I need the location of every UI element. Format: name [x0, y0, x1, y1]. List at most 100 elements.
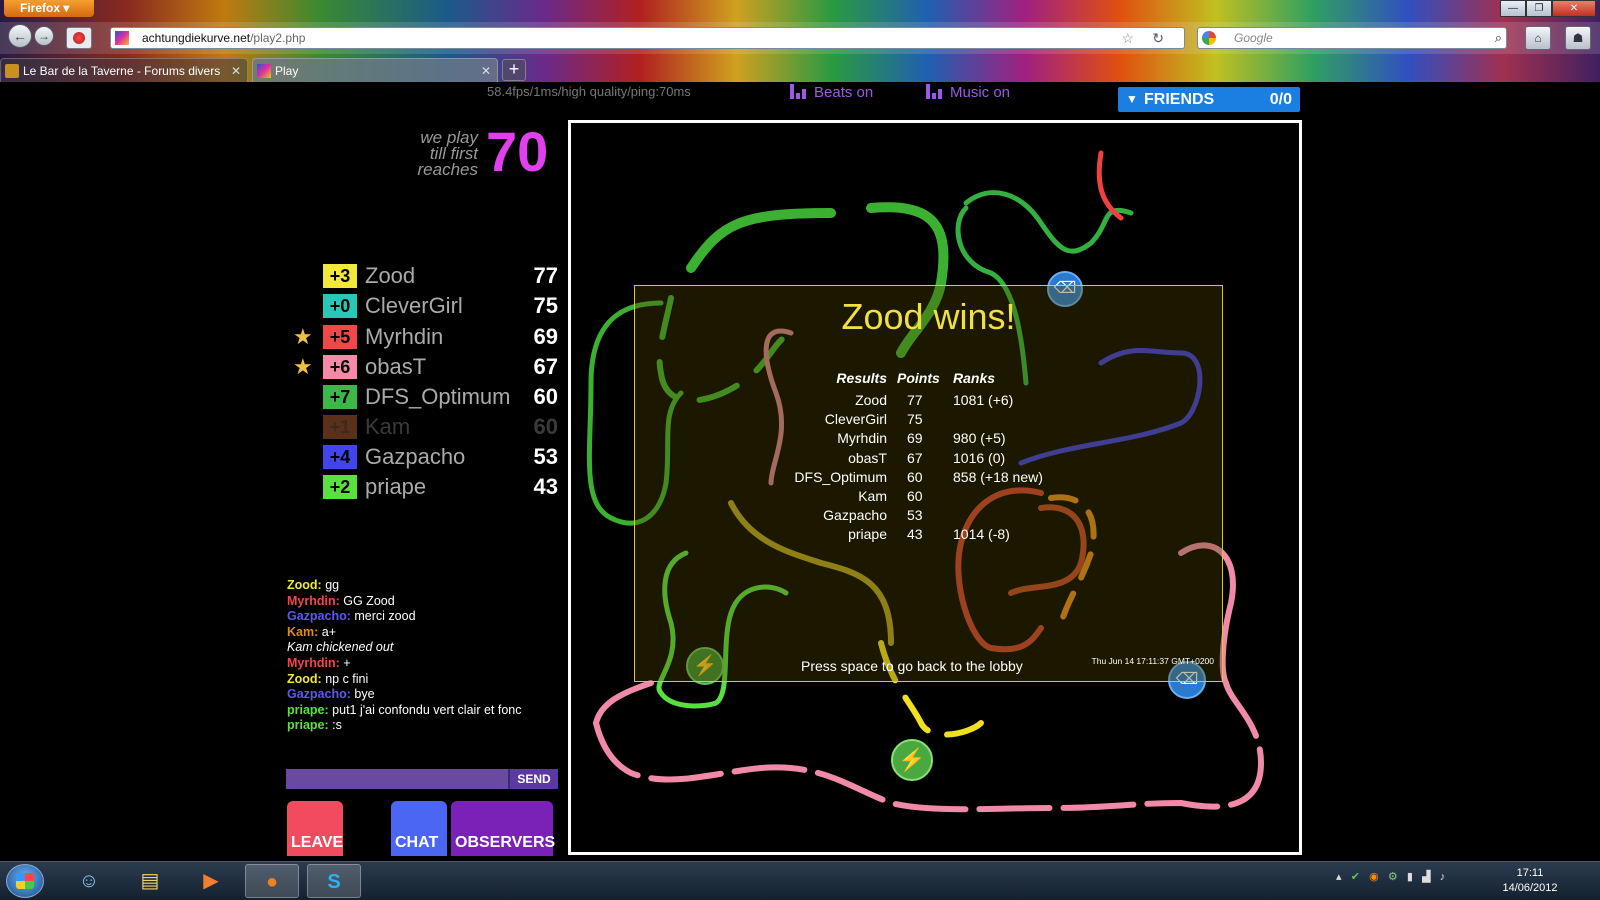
player-row: +2 priape 43	[293, 474, 558, 500]
result-points: 53	[907, 507, 923, 524]
chat-text: merci zood	[354, 609, 416, 624]
forward-arrow-icon[interactable]: →	[34, 26, 54, 46]
chat-text: GG Zood	[343, 593, 395, 608]
performance-stats: 58.4fps/1ms/high quality/ping:70ms	[487, 84, 691, 99]
result-points: 43	[907, 526, 923, 543]
player-score: 67	[533, 354, 558, 379]
result-player-name: priape	[848, 526, 887, 543]
site-favicon-icon	[115, 31, 129, 45]
result-rank: 1081 (+6)	[953, 392, 1014, 408]
close-window-icon[interactable]: ✕	[1552, 0, 1596, 17]
round-delta-badge: +1	[323, 415, 357, 439]
tab-close-icon[interactable]: ✕	[231, 59, 241, 83]
chat-message: Kam: a+	[287, 625, 557, 641]
lobby-hint: Press space to go back to the lobby	[801, 658, 1023, 674]
results-row: obasT 67 1016 (0)	[635, 450, 1222, 469]
clock-date: 14/06/2012	[1502, 882, 1558, 894]
chat-log: Zood: gg Myrhdin: GG Zood Gazpacho: merci …	[287, 578, 557, 734]
url-bar[interactable]: achtungdiekurve.net/play2.php ☆ ↻	[110, 27, 1185, 49]
start-button[interactable]	[6, 864, 44, 898]
player-row: ★ +6 obasT 67	[293, 354, 558, 380]
bookmark-star-icon[interactable]: ☆	[1121, 28, 1134, 48]
back-arrow-icon[interactable]: ←	[8, 24, 32, 48]
clock-time: 17:11	[1516, 867, 1544, 879]
chat-author: Zood:	[287, 578, 322, 592]
chat-author: Gazpacho:	[287, 687, 351, 702]
tab-play[interactable]: Play ✕	[252, 58, 498, 82]
chat-message: Myrhdin: +	[287, 656, 557, 672]
player-score: 53	[533, 444, 558, 469]
points-header: Points	[897, 370, 940, 386]
equalizer-icon	[790, 84, 808, 99]
result-points: 69	[907, 430, 923, 447]
signal-icon[interactable]: ▟	[1422, 871, 1430, 883]
chat-message: priape: put1 j'ai confondu vert clair et…	[287, 703, 557, 719]
update-icon[interactable]: ◉	[1369, 871, 1379, 883]
chat-text: np c fini	[325, 671, 369, 686]
security-icon[interactable]: ✔	[1351, 871, 1360, 883]
chat-text: +	[343, 655, 351, 670]
addon-icon[interactable]: ☗	[1565, 26, 1591, 50]
leave-button[interactable]: LEAVE	[287, 801, 343, 856]
chat-message: Gazpacho: bye	[287, 687, 557, 703]
new-tab-button[interactable]: +	[502, 59, 526, 81]
chat-message: Zood: np c fini	[287, 672, 557, 688]
music-toggle-label: Music on	[950, 84, 1011, 101]
history-icon	[73, 32, 85, 44]
tab-forum[interactable]: Le Bar de la Taverne - Forums divers ✕	[0, 58, 248, 82]
results-row: Kam 60	[635, 488, 1222, 507]
home-icon[interactable]: ⌂	[1525, 26, 1551, 50]
round-delta-badge: +6	[323, 355, 357, 379]
chat-input[interactable]: SEND	[286, 769, 558, 789]
skype-icon[interactable]: S	[307, 864, 361, 898]
url-domain: achtungdiekurve.net	[142, 31, 251, 45]
chat-text: a+	[321, 624, 337, 639]
url-path: /play2.php	[250, 31, 306, 45]
tray-expand-icon[interactable]: ▴	[1336, 871, 1342, 883]
messenger-icon[interactable]: ☺	[62, 864, 116, 898]
friends-label: FRIENDS	[1144, 91, 1215, 108]
round-delta-badge: +2	[323, 475, 357, 499]
search-bar[interactable]: Google ⌕	[1197, 27, 1507, 49]
clock[interactable]: 17:11 14/06/2012	[1500, 866, 1560, 896]
music-toggle[interactable]: Music on	[926, 84, 1010, 101]
friends-panel-toggle[interactable]: ▼ FRIENDS 0/0	[1118, 87, 1300, 112]
media-player-icon[interactable]: ▶	[184, 864, 238, 898]
chat-author: Myrhdin:	[287, 593, 340, 608]
result-player-name: Zood	[855, 392, 887, 408]
chat-text: gg	[325, 578, 340, 592]
round-delta-badge: +5	[323, 325, 357, 349]
player-name: obasT	[365, 354, 427, 379]
firefox-taskbar-icon[interactable]: ●	[245, 864, 299, 898]
tab-label: Play	[275, 64, 299, 78]
firefox-menu-button[interactable]: Firefox ▾	[4, 0, 94, 17]
reload-icon[interactable]: ↻	[1152, 28, 1164, 48]
google-icon	[1202, 31, 1216, 45]
history-button[interactable]	[66, 27, 92, 49]
results-row: priape 43 1014 (-8)	[635, 526, 1222, 545]
network-icon[interactable]: ▮	[1407, 871, 1413, 883]
beats-toggle[interactable]: Beats on	[790, 84, 873, 101]
target-caption-line: reaches	[417, 160, 478, 179]
maximize-icon[interactable]: ❐	[1526, 0, 1552, 17]
observers-button[interactable]: OBSERVERS	[451, 801, 555, 856]
player-row: +3 Zood 77	[293, 263, 558, 289]
chat-message: Zood: gg	[287, 578, 557, 594]
chat-author: Gazpacho:	[287, 609, 351, 624]
equalizer-icon	[926, 84, 944, 99]
result-points: 60	[907, 488, 923, 504]
volume-icon[interactable]: ♪	[1440, 871, 1446, 883]
result-points: 67	[907, 449, 923, 466]
tab-close-icon[interactable]: ✕	[481, 59, 491, 83]
player-score: 69	[533, 324, 558, 349]
folder-icon[interactable]: ▤	[123, 864, 177, 898]
result-player-name: CleverGirl	[824, 411, 887, 428]
result-points: 75	[907, 411, 923, 428]
result-rank: 980 (+5)	[953, 430, 1006, 447]
chat-button[interactable]: CHAT	[391, 801, 447, 856]
player-name: Gazpacho	[365, 444, 466, 469]
send-button[interactable]: SEND	[508, 769, 558, 789]
device-icon[interactable]: ⚙	[1388, 871, 1398, 883]
search-icon[interactable]: ⌕	[1495, 28, 1502, 48]
minimize-icon[interactable]: —	[1500, 0, 1526, 17]
